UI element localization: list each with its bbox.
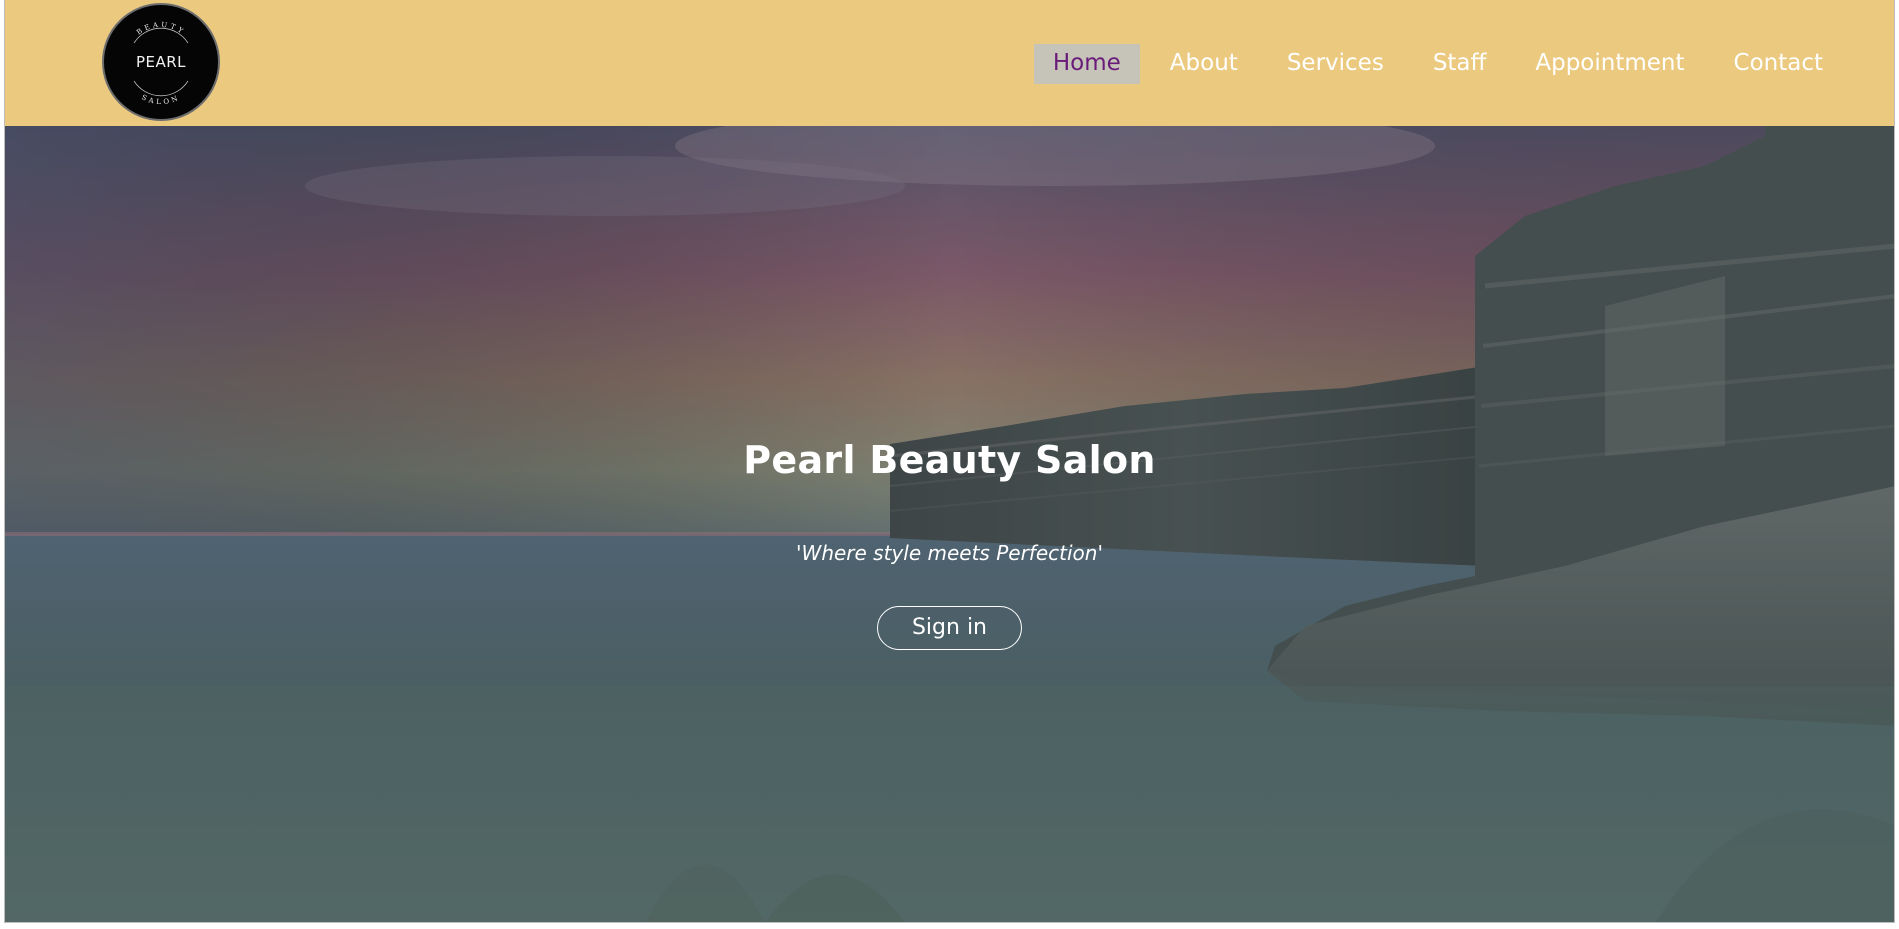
svg-text:BEAUTY: BEAUTY: [135, 21, 187, 37]
page-frame: BEAUTY SALON PEARL Home About Services S…: [4, 0, 1895, 923]
nav-appointment[interactable]: Appointment: [1516, 44, 1703, 84]
site-header: BEAUTY SALON PEARL Home About Services S…: [5, 0, 1894, 126]
hero-tagline: 'Where style meets Perfection': [796, 541, 1103, 565]
svg-text:SALON: SALON: [140, 93, 181, 106]
logo-bottom-arc-text: SALON: [140, 93, 178, 106]
nav-home[interactable]: Home: [1033, 44, 1140, 84]
logo-text: PEARL: [135, 53, 187, 71]
hero-title: Pearl Beauty Salon: [743, 438, 1156, 482]
sign-in-button[interactable]: Sign in: [877, 606, 1022, 650]
nav-staff[interactable]: Staff: [1414, 44, 1506, 84]
nav-services[interactable]: Services: [1268, 44, 1403, 84]
main-nav: Home About Services Staff Appointment Co…: [1023, 44, 1842, 84]
logo-top-arc-text: BEAUTY: [135, 21, 184, 37]
hero-background-image: [5, 126, 1894, 922]
nav-about[interactable]: About: [1151, 44, 1257, 84]
nav-contact[interactable]: Contact: [1715, 44, 1842, 84]
pearl-logo-icon[interactable]: BEAUTY SALON PEARL: [102, 3, 220, 121]
hero-section: Pearl Beauty Salon 'Where style meets Pe…: [5, 126, 1894, 922]
